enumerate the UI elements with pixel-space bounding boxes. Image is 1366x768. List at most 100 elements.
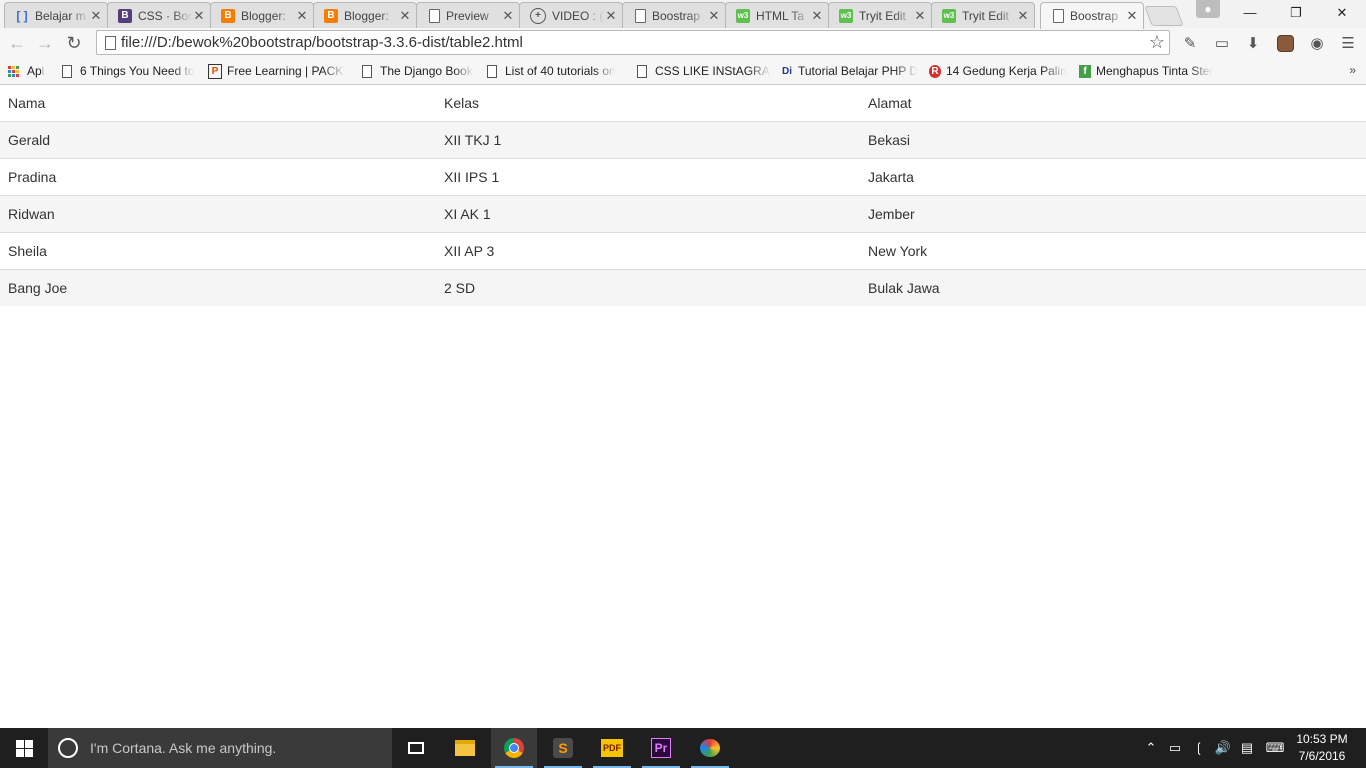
wifi-icon[interactable]: ❲ — [1187, 728, 1211, 768]
close-tab-icon[interactable]: ✕ — [501, 8, 515, 24]
cell-alamat: New York — [860, 232, 1366, 270]
bookmark-6-things[interactable]: 6 Things You Need to — [62, 62, 196, 80]
bookmark-apps[interactable]: Apl — [8, 62, 52, 80]
cell-alamat: Jember — [860, 195, 1366, 233]
system-clock[interactable]: 10:53 PM 7/6/2016 — [1290, 731, 1354, 765]
premiere-icon[interactable]: Pr — [638, 728, 684, 768]
bookmark-gedung-kerja[interactable]: R 14 Gedung Kerja Palin — [929, 62, 1069, 80]
r-icon: R — [929, 64, 941, 78]
tab-tryit-2[interactable]: w3 Tryit Edit ✕ — [931, 2, 1035, 28]
bookmark-label: Menghapus Tinta Ster — [1096, 64, 1214, 78]
chrome-icon[interactable] — [491, 728, 537, 768]
bookmark-label: 6 Things You Need to — [80, 64, 195, 78]
close-tab-icon[interactable]: ✕ — [707, 8, 721, 24]
pdf-icon[interactable]: PDF — [589, 728, 635, 768]
start-button[interactable] — [0, 728, 48, 768]
page-icon — [1053, 9, 1064, 23]
back-arrow-icon[interactable]: ← — [6, 32, 28, 54]
tab-title: Preview — [446, 8, 489, 23]
tab-belajar[interactable]: [ ] Belajar m ✕ — [4, 2, 108, 28]
page-content: Nama Kelas Alamat Gerald XII TKJ 1 Bekas… — [0, 85, 1366, 728]
eyedropper-extension-icon[interactable]: ✎ — [1180, 33, 1200, 53]
address-bar[interactable]: file:///D:/bewok%20bootstrap/bootstrap-3… — [96, 30, 1170, 55]
paint-icon[interactable] — [687, 728, 733, 768]
tab-blogger-1[interactable]: B Blogger: ✕ — [210, 2, 314, 28]
tab-tryit-1[interactable]: w3 Tryit Edit ✕ — [828, 2, 932, 28]
url-text[interactable]: file:///D:/bewok%20bootstrap/bootstrap-3… — [121, 34, 523, 51]
close-window-icon[interactable]: ✕ — [1319, 0, 1365, 26]
header-nama: Nama — [0, 85, 436, 122]
close-tab-icon[interactable]: ✕ — [398, 8, 412, 24]
cell-nama: Ridwan — [0, 195, 436, 233]
action-center-icon[interactable]: ▤ — [1235, 728, 1259, 768]
download-extension-icon[interactable]: ⬇ — [1243, 33, 1263, 53]
tab-css-bootstrap[interactable]: B CSS · Boo ✕ — [107, 2, 211, 28]
volume-icon[interactable]: 🔊 — [1211, 728, 1235, 768]
tab-video[interactable]: + VIDEO : ( ✕ — [519, 2, 623, 28]
chevron-up-icon[interactable]: ⌃ — [1139, 728, 1163, 768]
keyboard-icon[interactable]: ⌨ — [1262, 728, 1288, 768]
bookmark-css-instagram[interactable]: CSS LIKE INStAGRAM — [637, 62, 771, 80]
tab-title: HTML Ta — [756, 8, 805, 23]
bookmark-packt[interactable]: P Free Learning | PACKT — [208, 62, 346, 80]
close-tab-icon[interactable]: ✕ — [913, 8, 927, 24]
table-row: Bang Joe 2 SD Bulak Jawa — [0, 269, 1366, 306]
bookmark-label: Tutorial Belajar PHP D — [798, 64, 919, 78]
page-icon — [62, 64, 72, 78]
camera-extension-icon[interactable]: ◉ — [1307, 33, 1327, 53]
close-tab-icon[interactable]: ✕ — [604, 8, 618, 24]
cast-icon[interactable]: ▭ — [1212, 33, 1232, 53]
forward-arrow-icon[interactable]: → — [34, 32, 56, 54]
close-tab-icon[interactable]: ✕ — [810, 8, 824, 24]
task-view-icon[interactable] — [393, 728, 439, 768]
cortana-search-box[interactable]: I'm Cortana. Ask me anything. — [48, 728, 392, 768]
packt-icon: P — [208, 63, 222, 79]
bookmark-menghapus-tinta[interactable]: f Menghapus Tinta Ster — [1079, 62, 1219, 80]
tab-boostrap-1[interactable]: Boostrap ✕ — [622, 2, 726, 28]
tab-strip: [ ] Belajar m ✕ B CSS · Boo ✕ B Blogger:… — [0, 0, 1366, 29]
w3schools-icon: w3 — [839, 8, 853, 23]
header-kelas: Kelas — [436, 85, 860, 122]
tab-blogger-2[interactable]: B Blogger: ✕ — [313, 2, 417, 28]
close-tab-icon[interactable]: ✕ — [192, 8, 206, 24]
minimize-icon[interactable]: — — [1227, 0, 1273, 26]
cell-alamat: Jakarta — [860, 158, 1366, 196]
apps-icon — [8, 65, 19, 77]
bookmark-tutorial-php[interactable]: Di Tutorial Belajar PHP D — [781, 62, 919, 80]
battery-icon[interactable]: ▭ — [1163, 728, 1187, 768]
bookmark-40-tutorials[interactable]: List of 40 tutorials on — [487, 62, 623, 80]
table-row: Ridwan XI AK 1 Jember — [0, 195, 1366, 233]
close-tab-icon[interactable]: ✕ — [1125, 8, 1139, 24]
cell-kelas: XI AK 1 — [436, 195, 860, 233]
reload-icon[interactable]: ↻ — [63, 32, 85, 54]
sublime-text-icon[interactable]: S — [540, 728, 586, 768]
cell-alamat: Bulak Jawa — [860, 269, 1366, 306]
profile-icon[interactable]: ● — [1196, 0, 1220, 18]
file-explorer-icon[interactable] — [442, 728, 488, 768]
star-bookmark-icon[interactable]: ☆ — [1149, 32, 1165, 53]
table-body: Gerald XII TKJ 1 Bekasi Pradina XII IPS … — [0, 121, 1366, 306]
tab-title: Tryit Edit — [962, 8, 1009, 23]
restore-icon[interactable]: ❐ — [1273, 0, 1319, 26]
tab-boostrap-active[interactable]: Boostrap ✕ — [1040, 2, 1144, 29]
bookmarks-bar: Apl 6 Things You Need to P Free Learning… — [0, 58, 1366, 85]
cell-kelas: XII IPS 1 — [436, 158, 860, 196]
cortana-placeholder: I'm Cortana. Ask me anything. — [90, 740, 277, 756]
bookmarks-overflow-chevron-icon[interactable]: » — [1349, 63, 1356, 77]
tab-preview[interactable]: Preview ✕ — [416, 2, 520, 28]
instagram-extension-icon[interactable] — [1275, 33, 1295, 53]
close-tab-icon[interactable]: ✕ — [295, 8, 309, 24]
cell-nama: Bang Joe — [0, 269, 436, 306]
windows-logo-icon — [15, 739, 33, 757]
new-tab-button[interactable] — [1144, 6, 1184, 26]
tab-title: VIDEO : ( — [552, 8, 604, 23]
menu-icon[interactable]: ☰ — [1338, 33, 1358, 53]
brackets-icon: [ ] — [16, 8, 28, 23]
bookmark-django-book[interactable]: The Django Book — [362, 62, 474, 80]
tab-html-table[interactable]: w3 HTML Ta ✕ — [725, 2, 829, 28]
close-tab-icon[interactable]: ✕ — [89, 8, 103, 24]
w3schools-icon: w3 — [942, 8, 956, 23]
clock-time: 10:53 PM — [1296, 732, 1348, 746]
green-icon: f — [1079, 64, 1091, 78]
close-tab-icon[interactable]: ✕ — [1016, 8, 1030, 24]
